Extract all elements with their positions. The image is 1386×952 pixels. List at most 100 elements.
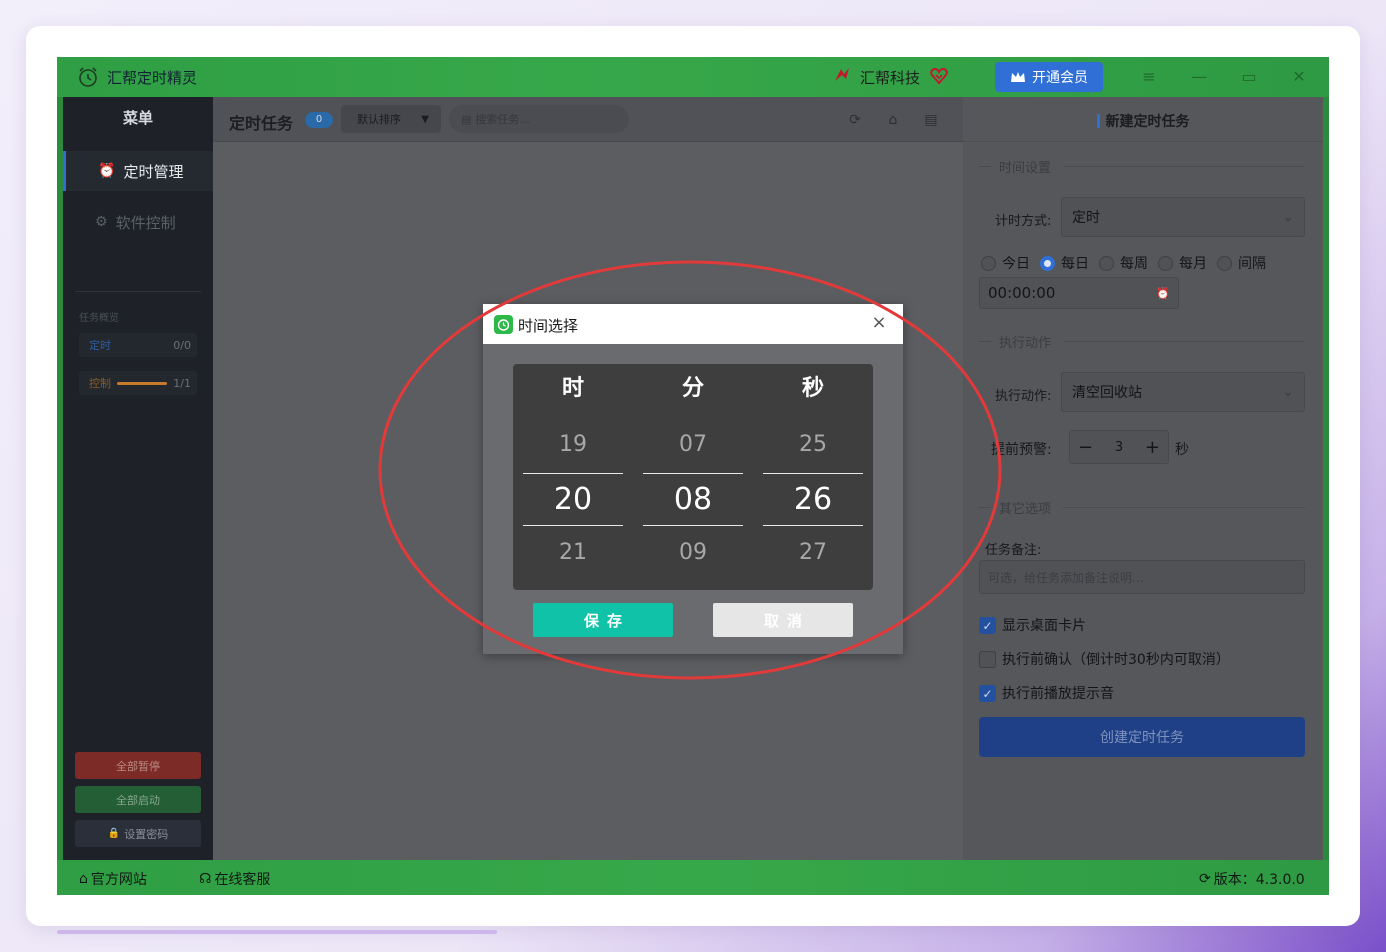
minute-column[interactable]: 分 07 08 09 xyxy=(643,364,743,590)
menu-title: 菜单 xyxy=(122,109,153,127)
dialog-title: 时间选择 xyxy=(518,317,579,335)
heart-icon[interactable] xyxy=(929,66,949,86)
search-icon: ▤ xyxy=(461,112,472,126)
timing-mode-select[interactable]: 定时 ⌄ xyxy=(1061,197,1305,237)
website-link[interactable]: ⌂ 官方网站 xyxy=(79,869,147,889)
hour-header: 时 xyxy=(561,376,584,401)
show-desktop-card-checkbox[interactable]: ✓ 显示桌面卡片 xyxy=(979,615,1086,635)
note-input[interactable]: 可选，给任务添加备注说明... xyxy=(979,560,1305,594)
support-link[interactable]: ☊ 在线客服 xyxy=(199,869,270,889)
home-icon: ⌂ xyxy=(79,871,88,887)
gear-icon: ⚙ xyxy=(95,214,108,230)
section-other-options: 其它选项 xyxy=(979,498,1051,517)
task-list-title: 定时任务 xyxy=(229,114,294,133)
radio-interval[interactable]: 间隔 xyxy=(1217,253,1266,273)
stat-label: 控制 xyxy=(89,377,111,390)
lock-icon: 🔒 xyxy=(107,828,121,839)
sidebar: 菜单 ⏰ 定时管理 ⚙ 软件控制 任务概览 定时 0/0 控制 1/1 全部暂停… xyxy=(63,97,213,860)
time-wheel: 时 19 20 21 分 07 08 09 秒 25 26 27 xyxy=(513,364,873,590)
divider xyxy=(1063,507,1305,508)
title-bar[interactable]: 汇帮定时精灵 汇帮科技 开通会员 ≡ — ▭ ✕ xyxy=(57,57,1329,97)
refresh-icon: ⟳ xyxy=(1199,871,1211,887)
second-next[interactable]: 27 xyxy=(763,540,863,565)
checkbox-label: 显示桌面卡片 xyxy=(1002,618,1086,634)
new-task-header: 新建定时任务 xyxy=(963,97,1323,142)
action-label: 执行动作: xyxy=(995,389,1052,404)
sidebar-item-software-control[interactable]: ⚙ 软件控制 xyxy=(63,202,213,242)
hour-prev[interactable]: 19 xyxy=(523,432,623,457)
minus-icon[interactable]: − xyxy=(1078,437,1093,458)
new-task-title: 新建定时任务 xyxy=(963,111,1323,131)
section-time-settings: 时间设置 xyxy=(979,157,1051,176)
hour-column[interactable]: 时 19 20 21 xyxy=(523,364,623,590)
minute-next[interactable]: 09 xyxy=(643,540,743,565)
stat-progress-bar xyxy=(117,381,168,385)
close-window-icon[interactable]: ✕ xyxy=(1289,67,1309,87)
stat-value: 1/1 xyxy=(173,376,191,390)
close-icon[interactable]: × xyxy=(869,313,889,333)
search-placeholder: 搜索任务... xyxy=(475,113,530,126)
chevron-down-icon: ⌄ xyxy=(1282,209,1294,225)
pause-all-button[interactable]: 全部暂停 xyxy=(75,752,201,779)
create-task-button[interactable]: 创建定时任务 xyxy=(979,717,1305,757)
vip-button[interactable]: 开通会员 xyxy=(995,62,1103,92)
save-button[interactable]: 保存 xyxy=(533,603,673,637)
log-icon[interactable]: ▤ xyxy=(922,111,940,129)
hour-next[interactable]: 21 xyxy=(523,540,623,565)
radio-monthly[interactable]: 每月 xyxy=(1158,253,1207,273)
timing-mode-label: 计时方式: xyxy=(995,214,1052,229)
minute-current[interactable]: 08 xyxy=(643,473,743,526)
divider xyxy=(1063,166,1305,167)
warn-value[interactable]: 3 xyxy=(1115,440,1123,455)
task-search-input[interactable]: ▤ 搜索任务... xyxy=(449,105,629,133)
new-task-panel: 新建定时任务 时间设置 计时方式: 定时 ⌄ 今日 每日 每周 每月 间隔 00… xyxy=(963,97,1323,860)
time-picker-dialog: 时间选择 × 时 19 20 21 分 07 08 09 秒 25 26 27 … xyxy=(483,304,903,654)
warn-stepper[interactable]: − 3 + xyxy=(1069,430,1169,464)
radio-weekly[interactable]: 每周 xyxy=(1099,253,1148,273)
section-action: 执行动作 xyxy=(979,332,1051,351)
cancel-button[interactable]: 取消 xyxy=(713,603,853,637)
note-label: 任务备注: xyxy=(985,543,1042,558)
brand-name: 汇帮科技 xyxy=(860,69,921,87)
time-value: 00:00:00 xyxy=(988,284,1056,302)
set-password-button[interactable]: 🔒 设置密码 xyxy=(75,820,201,847)
minute-prev[interactable]: 07 xyxy=(643,432,743,457)
chevron-down-icon: ⌄ xyxy=(1282,384,1294,400)
second-column[interactable]: 秒 25 26 27 xyxy=(763,364,863,590)
action-value: 清空回收站 xyxy=(1072,385,1142,401)
clear-icon[interactable]: ⌂ xyxy=(884,111,902,129)
confirm-before-run-checkbox[interactable]: 执行前确认（倒计时30秒内可取消） xyxy=(979,649,1230,669)
checkbox-label: 执行前确认（倒计时30秒内可取消） xyxy=(1002,652,1230,668)
hour-current[interactable]: 20 xyxy=(523,473,623,526)
checkmark-icon: ✓ xyxy=(979,684,996,702)
start-all-button[interactable]: 全部启动 xyxy=(75,786,201,813)
alarm-clock-icon[interactable]: ⏰ xyxy=(1156,287,1170,300)
overview-title: 任务概览 xyxy=(79,313,119,324)
version-info[interactable]: ⟳ 版本：4.3.0.0 xyxy=(1199,869,1305,889)
second-header: 秒 xyxy=(801,376,824,401)
checkbox-label: 执行前播放提示音 xyxy=(1002,686,1114,702)
sort-label: 默认排序 xyxy=(357,113,401,126)
refresh-icon[interactable]: ⟳ xyxy=(846,111,864,129)
alarm-clock-icon: ⏰ xyxy=(98,163,116,179)
minimize-icon[interactable]: — xyxy=(1189,67,1209,87)
sort-dropdown[interactable]: 默认排序 ▼ xyxy=(341,105,441,133)
maximize-icon[interactable]: ▭ xyxy=(1239,67,1259,87)
radio-today[interactable]: 今日 xyxy=(981,253,1030,273)
decorative-strip xyxy=(57,930,497,934)
radio-daily[interactable]: 每日 xyxy=(1040,253,1089,273)
alarm-clock-icon xyxy=(494,315,513,334)
sidebar-item-label: 定时管理 xyxy=(123,162,184,181)
time-input[interactable]: 00:00:00 ⏰ xyxy=(979,277,1179,309)
action-select[interactable]: 清空回收站 ⌄ xyxy=(1061,372,1305,412)
second-current[interactable]: 26 xyxy=(763,473,863,526)
task-count-badge: 0 xyxy=(305,112,333,128)
app-title: 汇帮定时精灵 xyxy=(107,69,198,87)
menu-icon[interactable]: ≡ xyxy=(1139,67,1159,87)
plus-icon[interactable]: + xyxy=(1145,437,1160,458)
timing-mode-value: 定时 xyxy=(1072,210,1100,226)
play-sound-checkbox[interactable]: ✓ 执行前播放提示音 xyxy=(979,683,1114,703)
second-prev[interactable]: 25 xyxy=(763,432,863,457)
stat-timer: 定时 0/0 xyxy=(79,333,197,357)
sidebar-item-timer-management[interactable]: ⏰ 定时管理 xyxy=(63,151,213,191)
